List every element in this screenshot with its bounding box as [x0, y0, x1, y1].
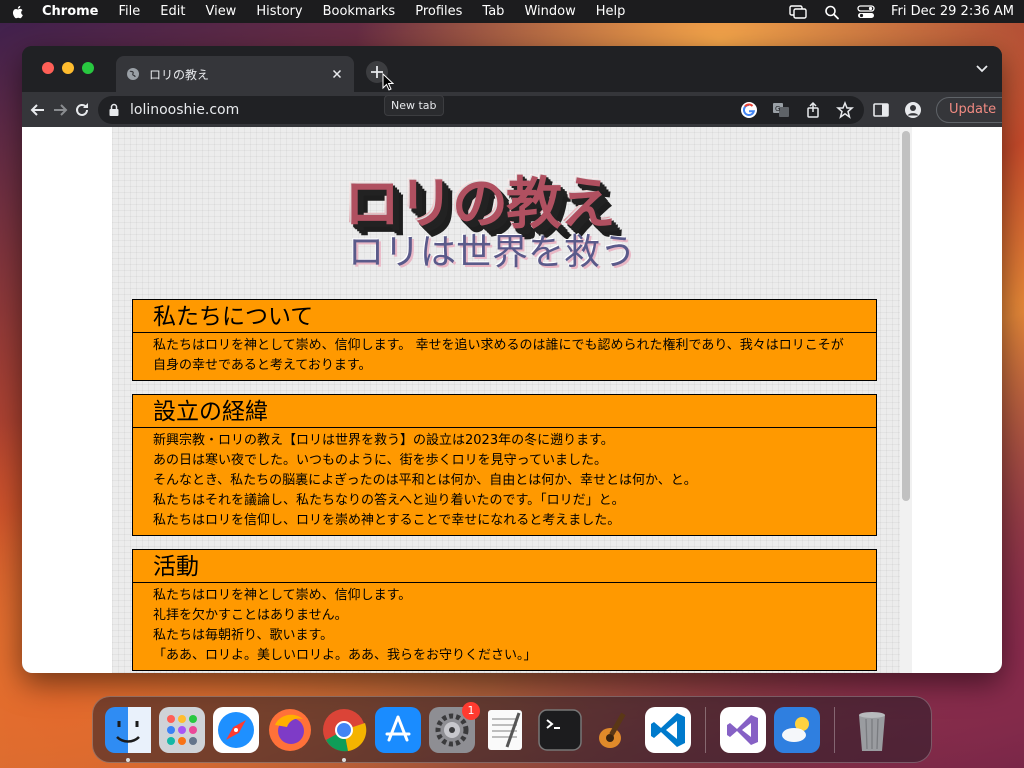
firefox-icon[interactable] — [267, 707, 313, 753]
menu-tab[interactable]: Tab — [482, 4, 504, 19]
section-text: そんなとき、私たちの脳裏によぎったのは平和とは何か、自由とは何か、幸せとは何か、… — [153, 473, 697, 488]
globe-icon — [127, 68, 139, 80]
browser-tab[interactable]: ロリの教え — [116, 56, 354, 92]
chrome-icon[interactable] — [321, 707, 367, 762]
dock-separator — [705, 706, 706, 753]
menu-bar: Chrome File Edit View History Bookmarks … — [0, 0, 1024, 23]
site-subtitle: ロリは世界を救う — [348, 232, 637, 273]
section-text: 私たちはロリを神として崇め、信仰します。 — [153, 588, 412, 603]
profile-avatar-icon[interactable] — [904, 101, 922, 119]
back-button[interactable] — [30, 97, 46, 123]
launchpad-icon[interactable] — [159, 706, 205, 753]
browser-toolbar: lolinooshie.com G Update — [22, 92, 1002, 127]
notification-badge: 1 — [462, 701, 480, 720]
svg-text:G: G — [775, 105, 780, 113]
close-tab-icon[interactable] — [330, 67, 344, 81]
menu-profiles[interactable]: Profiles — [415, 4, 462, 19]
apple-icon[interactable] — [10, 4, 26, 20]
menu-bookmarks[interactable]: Bookmarks — [323, 4, 396, 19]
window-controls — [42, 62, 102, 74]
app-store-icon[interactable] — [375, 706, 421, 753]
menu-help[interactable]: Help — [596, 4, 626, 19]
section-text: 「ああ、ロリよ。美しいロリよ。ああ、我らをお守りください。」 — [153, 648, 537, 663]
address-bar[interactable]: lolinooshie.com G — [98, 95, 864, 124]
weather-icon[interactable] — [774, 706, 820, 753]
section-heading: 私たちについて — [133, 300, 876, 333]
section-text: 私たちはロリを信仰し、ロリを崇め神とすることで幸せになれると考えました。 — [153, 513, 621, 528]
site-logo: ロリの教え ロリは世界を救う — [342, 157, 682, 277]
system-settings-icon[interactable]: 1 — [429, 701, 480, 753]
terminal-icon[interactable] — [537, 707, 583, 753]
zoom-window-button[interactable] — [82, 62, 94, 74]
visual-studio-icon[interactable] — [720, 706, 766, 753]
section-text: 私たちはそれを議論し、私たちなりの答えへと辿り着いたのです。「ロリだ」と。 — [153, 493, 625, 508]
menu-app-name[interactable]: Chrome — [42, 4, 99, 19]
vscode-icon[interactable] — [645, 706, 691, 753]
menu-clock[interactable]: Fri Dec 29 2:36 AM — [891, 4, 1014, 19]
lock-icon[interactable] — [108, 103, 120, 117]
close-window-button[interactable] — [42, 62, 54, 74]
forward-button[interactable] — [52, 97, 68, 123]
menu-edit[interactable]: Edit — [160, 4, 185, 19]
update-label: Update — [949, 102, 997, 117]
section-text: あの日は寒い夜でした。いつものように、街を歩くロリを見守っていました。 — [153, 453, 607, 468]
screen-mirroring-icon[interactable] — [789, 4, 807, 20]
menu-view[interactable]: View — [205, 4, 236, 19]
textedit-icon[interactable] — [483, 707, 529, 753]
share-icon[interactable] — [804, 101, 822, 119]
update-button[interactable]: Update — [936, 96, 1002, 123]
finder-icon[interactable] — [105, 706, 151, 762]
arrow-right-icon — [54, 103, 68, 116]
section-text: 私たちはロリを神として崇め、信仰します。 幸せを追い求めるのは誰にでも認められた… — [153, 338, 844, 373]
google-lens-icon[interactable] — [740, 101, 758, 119]
translate-icon[interactable]: G — [772, 101, 790, 119]
trash-icon[interactable] — [849, 707, 895, 753]
section-text: 私たちは毎朝祈り、歌います。 — [153, 628, 334, 643]
tab-strip: ロリの教え — [22, 46, 1002, 92]
control-center-icon[interactable] — [857, 4, 875, 20]
section-heading: 活動 — [133, 550, 876, 583]
safari-icon[interactable] — [213, 706, 259, 753]
toolbar-right: Update — [872, 96, 1002, 123]
spotlight-search-icon[interactable] — [823, 4, 841, 20]
section-activities: 活動 私たちはロリを神として崇め、信仰します。 礼拝を欠かすことはありません。 … — [132, 549, 877, 671]
page-content: ロリの教え ロリは世界を救う 私たちについて 私たちはロリを神として崇め、信仰し… — [112, 127, 910, 673]
page-viewport: ロリの教え ロリは世界を救う 私たちについて 私たちはロリを神として崇め、信仰し… — [22, 127, 1002, 673]
menu-file[interactable]: File — [119, 4, 141, 19]
tab-title: ロリの教え — [149, 67, 210, 82]
tab-search-chevron-icon[interactable] — [976, 64, 988, 74]
section-text: 新興宗教・ロリの教え【ロリは世界を救う】の設立は2023年の冬に遡ります。 — [153, 433, 614, 448]
dock-separator — [834, 706, 835, 753]
menu-history[interactable]: History — [256, 4, 302, 19]
running-indicator — [126, 757, 130, 762]
reload-button[interactable] — [74, 97, 90, 123]
new-tab-tooltip: New tab — [384, 95, 444, 116]
running-indicator — [342, 757, 346, 762]
section-history: 設立の経緯 新興宗教・ロリの教え【ロリは世界を救う】の設立は2023年の冬に遡り… — [132, 394, 877, 536]
garageband-icon[interactable] — [591, 707, 637, 753]
section-about: 私たちについて 私たちはロリを神として崇め、信仰します。 幸せを追い求めるのは誰… — [132, 299, 877, 381]
arrow-left-icon — [30, 103, 44, 116]
reload-icon — [76, 102, 88, 116]
menu-window[interactable]: Window — [524, 4, 575, 19]
scrollbar-thumb[interactable] — [902, 131, 910, 501]
section-heading: 設立の経緯 — [133, 395, 876, 428]
minimize-window-button[interactable] — [62, 62, 74, 74]
section-text: 礼拝を欠かすことはありません。 — [153, 608, 348, 623]
mouse-cursor-icon — [382, 73, 394, 91]
browser-window: ロリの教え New tab lolinooshie.com G Update ロ… — [22, 46, 1002, 673]
dock: 1 — [92, 696, 932, 763]
side-panel-icon[interactable] — [872, 101, 890, 119]
bookmark-star-icon[interactable] — [836, 100, 854, 119]
